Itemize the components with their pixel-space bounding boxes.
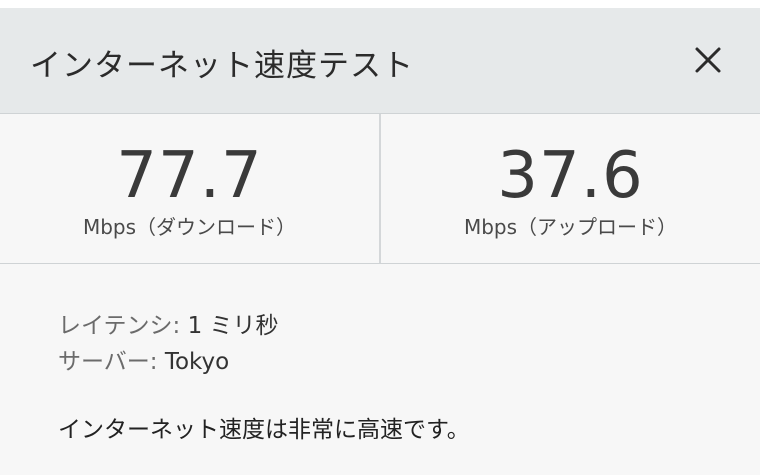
server-row: サーバー: Tokyo: [58, 342, 279, 378]
upload-speed-unit: Mbps（アップロード）: [463, 215, 678, 239]
speed-results: 77.7 Mbps（ダウンロード） 37.6 Mbps（アップロード）: [0, 114, 760, 264]
dialog-title: インターネット速度テスト: [30, 48, 414, 84]
close-button[interactable]: [688, 40, 728, 80]
latency-value: 1 ミリ秒: [187, 313, 279, 339]
top-strip: [0, 0, 760, 8]
download-speed-unit: Mbps（ダウンロード）: [82, 215, 297, 239]
speed-test-dialog: インターネット速度テスト 77.7 Mbps（ダウンロード） 37.6 Mbps…: [0, 0, 760, 475]
close-icon: [695, 47, 721, 73]
download-speed-value: 77.7: [116, 139, 263, 213]
speed-message: インターネット速度は非常に高速です。: [58, 417, 470, 443]
details: レイテンシ: 1 ミリ秒 サーバー: Tokyo: [58, 306, 279, 378]
latency-label: レイテンシ:: [58, 313, 181, 339]
upload-result: 37.6 Mbps（アップロード）: [381, 114, 760, 263]
upload-speed-value: 37.6: [497, 139, 644, 213]
server-label: サーバー:: [58, 349, 158, 375]
server-value: Tokyo: [164, 349, 230, 375]
download-result: 77.7 Mbps（ダウンロード）: [0, 114, 379, 263]
dialog-header: インターネット速度テスト: [0, 8, 760, 114]
latency-row: レイテンシ: 1 ミリ秒: [58, 306, 279, 342]
